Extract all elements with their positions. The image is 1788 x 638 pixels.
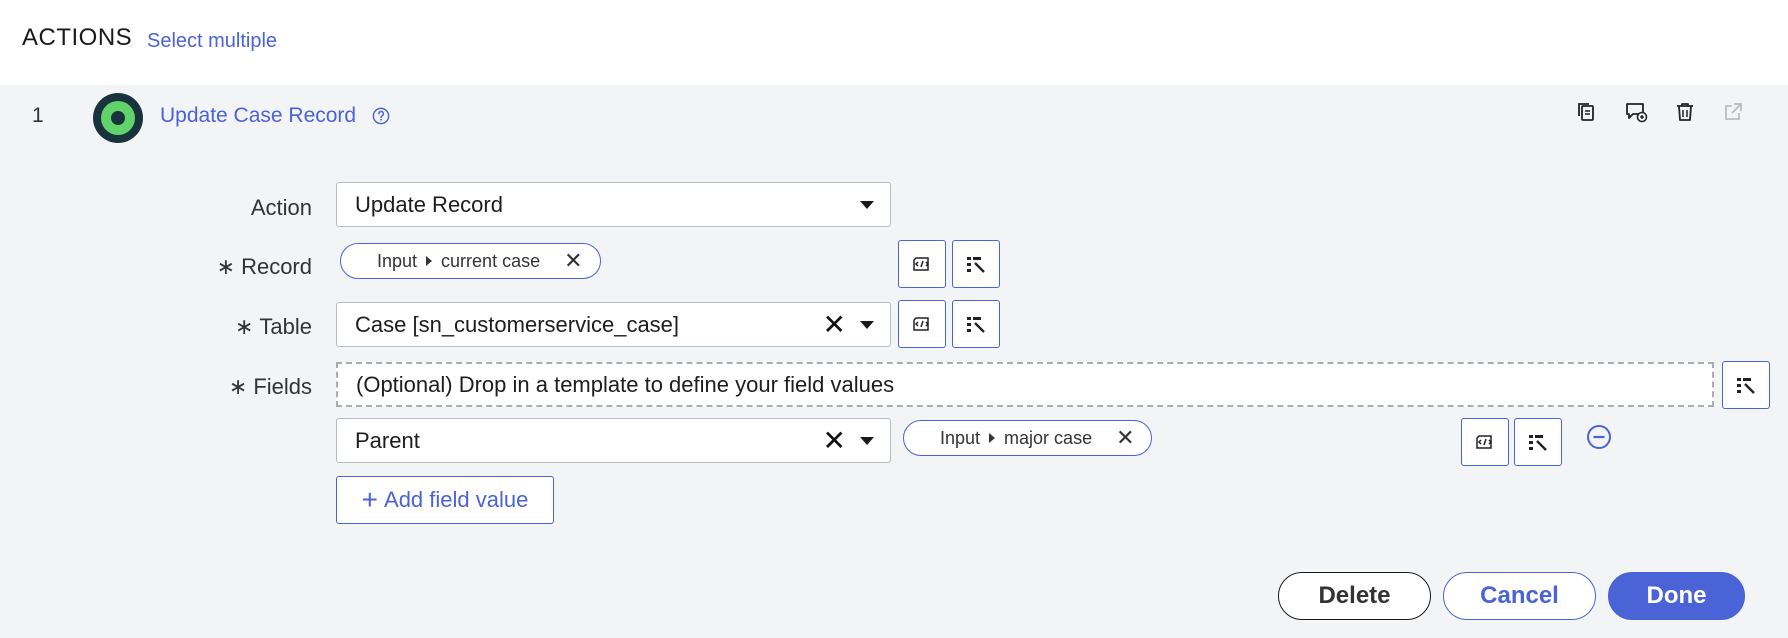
table-label: ∗ Table [112,314,312,340]
pill-source: Input [940,427,981,448]
data-pill-picker-icon [967,317,985,333]
select-multiple-link[interactable]: Select multiple [147,30,277,53]
required-marker: ∗ [234,314,254,339]
caret-right-icon [989,433,996,443]
template-dropzone[interactable]: (Optional) Drop in a template to define … [336,362,1714,407]
record-label-text: Record [241,254,312,279]
trash-icon[interactable] [1670,97,1700,127]
step-title-link[interactable]: Update Case Record [160,104,356,128]
field-value-pill[interactable]: Input major case ✕ [903,420,1152,456]
field-select[interactable]: Parent ✕ [336,418,891,463]
data-pill-picker-icon [967,257,985,273]
script-icon [913,317,930,331]
delete-button[interactable]: Delete [1278,572,1431,620]
data-pill-picker-button[interactable] [952,240,1000,288]
done-button[interactable]: Done [1608,572,1745,620]
cancel-button[interactable]: Cancel [1443,572,1596,620]
actions-title: ACTIONS [22,24,133,51]
action-select[interactable]: Update Record [336,182,891,227]
chevron-down-icon [860,436,874,445]
chevron-down-icon [860,200,874,209]
data-pill-picker-button[interactable] [952,300,1000,348]
clear-icon[interactable]: ✕ [823,426,846,455]
fields-label-text: Fields [253,374,312,399]
step-number: 1 [32,104,44,127]
data-pill-picker-icon [1529,435,1547,451]
help-icon[interactable] [372,107,390,125]
remove-field-icon[interactable] [1586,424,1612,450]
open-external-icon[interactable] [1718,97,1748,127]
record-pill[interactable]: Input current case ✕ [340,243,601,279]
table-select[interactable]: Case [sn_customerservice_case] ✕ [336,302,891,347]
add-field-value-label: Add field value [384,487,529,512]
add-comment-icon[interactable] [1621,97,1651,127]
table-label-text: Table [259,314,312,339]
clear-icon[interactable]: ✕ [823,310,846,339]
copy-icon[interactable] [1571,97,1601,127]
pill-value: current case [441,250,541,271]
field-select-value: Parent [355,427,420,453]
fields-label: ∗ Fields [112,374,312,400]
pill-value: major case [1004,427,1093,448]
action-label: Action [250,195,312,220]
script-icon [1476,435,1493,449]
data-pill-picker-button[interactable] [1514,418,1562,466]
plus-icon: + [361,484,379,515]
script-toggle-button[interactable] [898,300,946,348]
script-toggle-button[interactable] [1461,418,1509,466]
action-select-value: Update Record [355,191,503,217]
table-select-value: Case [sn_customerservice_case] [355,311,680,337]
script-toggle-button[interactable] [898,240,946,288]
required-marker: ∗ [216,254,236,279]
add-field-value-button[interactable]: + Add field value [336,476,554,524]
data-pill-picker-button[interactable] [1722,361,1770,409]
remove-pill-icon[interactable]: ✕ [1116,427,1134,449]
step-avatar-icon [93,93,143,143]
caret-right-icon [426,256,433,266]
dropzone-text: (Optional) Drop in a template to define … [356,371,895,397]
pill-source: Input [377,250,418,271]
record-label: ∗ Record [112,254,312,280]
data-pill-picker-icon [1737,378,1755,394]
script-icon [913,257,930,271]
required-marker: ∗ [228,374,248,399]
chevron-down-icon [860,320,874,329]
remove-pill-icon[interactable]: ✕ [564,250,582,272]
